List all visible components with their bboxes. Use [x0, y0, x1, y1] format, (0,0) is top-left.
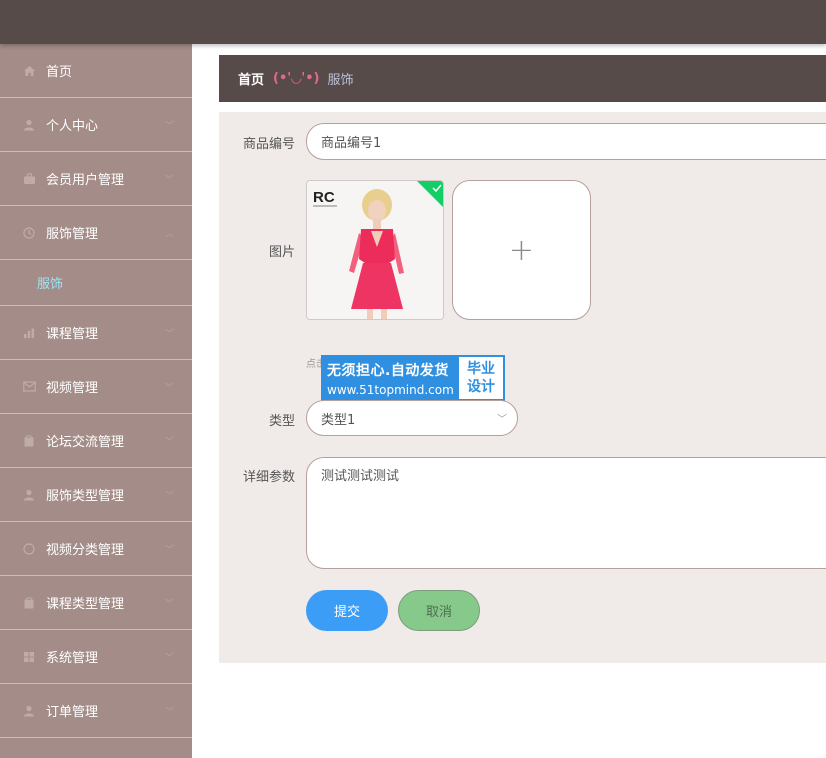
- watermark-line1: 无须担心.自动发货: [327, 362, 449, 379]
- clock-icon: [22, 226, 36, 240]
- image-upload-button[interactable]: +: [452, 180, 591, 320]
- watermark-right-line2: 设计: [467, 379, 495, 395]
- watermark-right-line1: 毕业: [467, 361, 495, 377]
- folder-icon: [22, 596, 36, 610]
- chevron-down-icon: ﹀: [164, 707, 174, 717]
- sidebar-item-label: 服饰类型管理: [46, 489, 125, 504]
- submit-button[interactable]: 提交: [306, 590, 388, 631]
- sidebar-subitem-clothing[interactable]: 服饰: [0, 260, 192, 306]
- chevron-down-icon: ﹀: [164, 437, 174, 447]
- chevron-down-icon: ﹀: [164, 545, 174, 555]
- sidebar-item-home[interactable]: 首页: [0, 44, 192, 98]
- cancel-button[interactable]: 取消: [398, 590, 480, 631]
- sidebar-item-system[interactable]: 系统管理 ﹀: [0, 630, 192, 684]
- chevron-down-icon: ﹀: [497, 414, 507, 426]
- top-bar: [0, 0, 826, 44]
- product-code-label: 商品编号: [242, 137, 295, 152]
- sidebar-item-forum[interactable]: 论坛交流管理 ﹀: [0, 414, 192, 468]
- product-code-input[interactable]: 商品编号1: [306, 123, 826, 160]
- sidebar-item-label: 服饰管理: [46, 227, 99, 242]
- product-code-value: 商品编号1: [321, 136, 382, 151]
- sidebar-item-courses[interactable]: 课程管理 ﹀: [0, 306, 192, 360]
- chevron-down-icon: ﹀: [164, 491, 174, 501]
- watermark-banner: 无须担心.自动发货 www.51topmind.com 毕业 设计: [321, 355, 505, 401]
- home-icon: [22, 64, 36, 78]
- sidebar-item-clothing[interactable]: 服饰管理 ︿: [0, 206, 192, 260]
- breadcrumb: 首页 (•'◡'•) 服饰: [219, 55, 826, 102]
- sidebar-item-members[interactable]: 会员用户管理 ﹀: [0, 152, 192, 206]
- circle-icon: [22, 542, 36, 556]
- chevron-down-icon: ﹀: [164, 175, 174, 185]
- type-select[interactable]: 类型1 ﹀: [306, 400, 518, 436]
- type-label: 类型: [268, 414, 295, 429]
- clipboard-icon: [22, 434, 36, 448]
- sidebar-item-label: 论坛交流管理: [46, 435, 125, 450]
- details-label: 详细参数: [242, 470, 295, 485]
- details-value: 测试测试测试: [321, 469, 400, 484]
- type-value: 类型1: [321, 412, 356, 428]
- sidebar-item-label: 订单管理: [46, 705, 99, 720]
- breadcrumb-emoji: (•'◡'•): [273, 71, 320, 86]
- chevron-up-icon: ︿: [164, 229, 174, 239]
- grid-icon: [22, 650, 36, 664]
- sidebar: 首页 个人中心 ﹀ 会员用户管理 ﹀ 服饰管理 ︿ 服饰 课程管理 ﹀ 视频管理…: [0, 44, 192, 758]
- chevron-down-icon: ﹀: [164, 329, 174, 339]
- briefcase-icon: [22, 172, 36, 186]
- watermark-right: 毕业 设计: [457, 355, 505, 401]
- dress-photo: RC: [307, 181, 443, 319]
- sidebar-item-orders[interactable]: 订单管理 ﹀: [0, 684, 192, 738]
- chevron-down-icon: ﹀: [164, 383, 174, 393]
- plus-icon: +: [508, 232, 535, 268]
- user-icon: [22, 704, 36, 718]
- watermark-line2: www.51topmind.com: [327, 382, 454, 397]
- details-textarea[interactable]: 测试测试测试: [306, 457, 826, 569]
- mail-icon: [22, 380, 36, 394]
- breadcrumb-home[interactable]: 首页: [238, 69, 264, 88]
- sidebar-item-label: 系统管理: [46, 651, 99, 666]
- sidebar-item-videos[interactable]: 视频管理 ﹀: [0, 360, 192, 414]
- chevron-down-icon: ﹀: [164, 121, 174, 131]
- image-logo-text: RC: [313, 189, 335, 206]
- sidebar-item-label: 课程类型管理: [46, 597, 125, 612]
- image-label: 图片: [268, 245, 295, 260]
- sidebar-item-label: 视频分类管理: [46, 543, 125, 558]
- uploaded-image[interactable]: RC: [306, 180, 444, 320]
- watermark-left: 无须担心.自动发货 www.51topmind.com: [321, 355, 457, 401]
- chart-icon: [22, 326, 36, 340]
- sidebar-item-clothing-types[interactable]: 服饰类型管理 ﹀: [0, 468, 192, 522]
- user-icon: [22, 488, 36, 502]
- sidebar-item-label: 首页: [46, 65, 73, 80]
- sidebar-item-course-types[interactable]: 课程类型管理 ﹀: [0, 576, 192, 630]
- sidebar-item-label: 视频管理: [46, 381, 99, 396]
- sidebar-item-label: 个人中心: [46, 119, 99, 134]
- chevron-down-icon: ﹀: [164, 599, 174, 609]
- breadcrumb-current: 服饰: [327, 73, 354, 88]
- chevron-down-icon: ﹀: [164, 653, 174, 663]
- sidebar-item-profile[interactable]: 个人中心 ﹀: [0, 98, 192, 152]
- user-icon: [22, 118, 36, 132]
- sidebar-item-label: 课程管理: [46, 327, 99, 342]
- sidebar-item-label: 会员用户管理: [46, 173, 125, 188]
- sidebar-item-video-categories[interactable]: 视频分类管理 ﹀: [0, 522, 192, 576]
